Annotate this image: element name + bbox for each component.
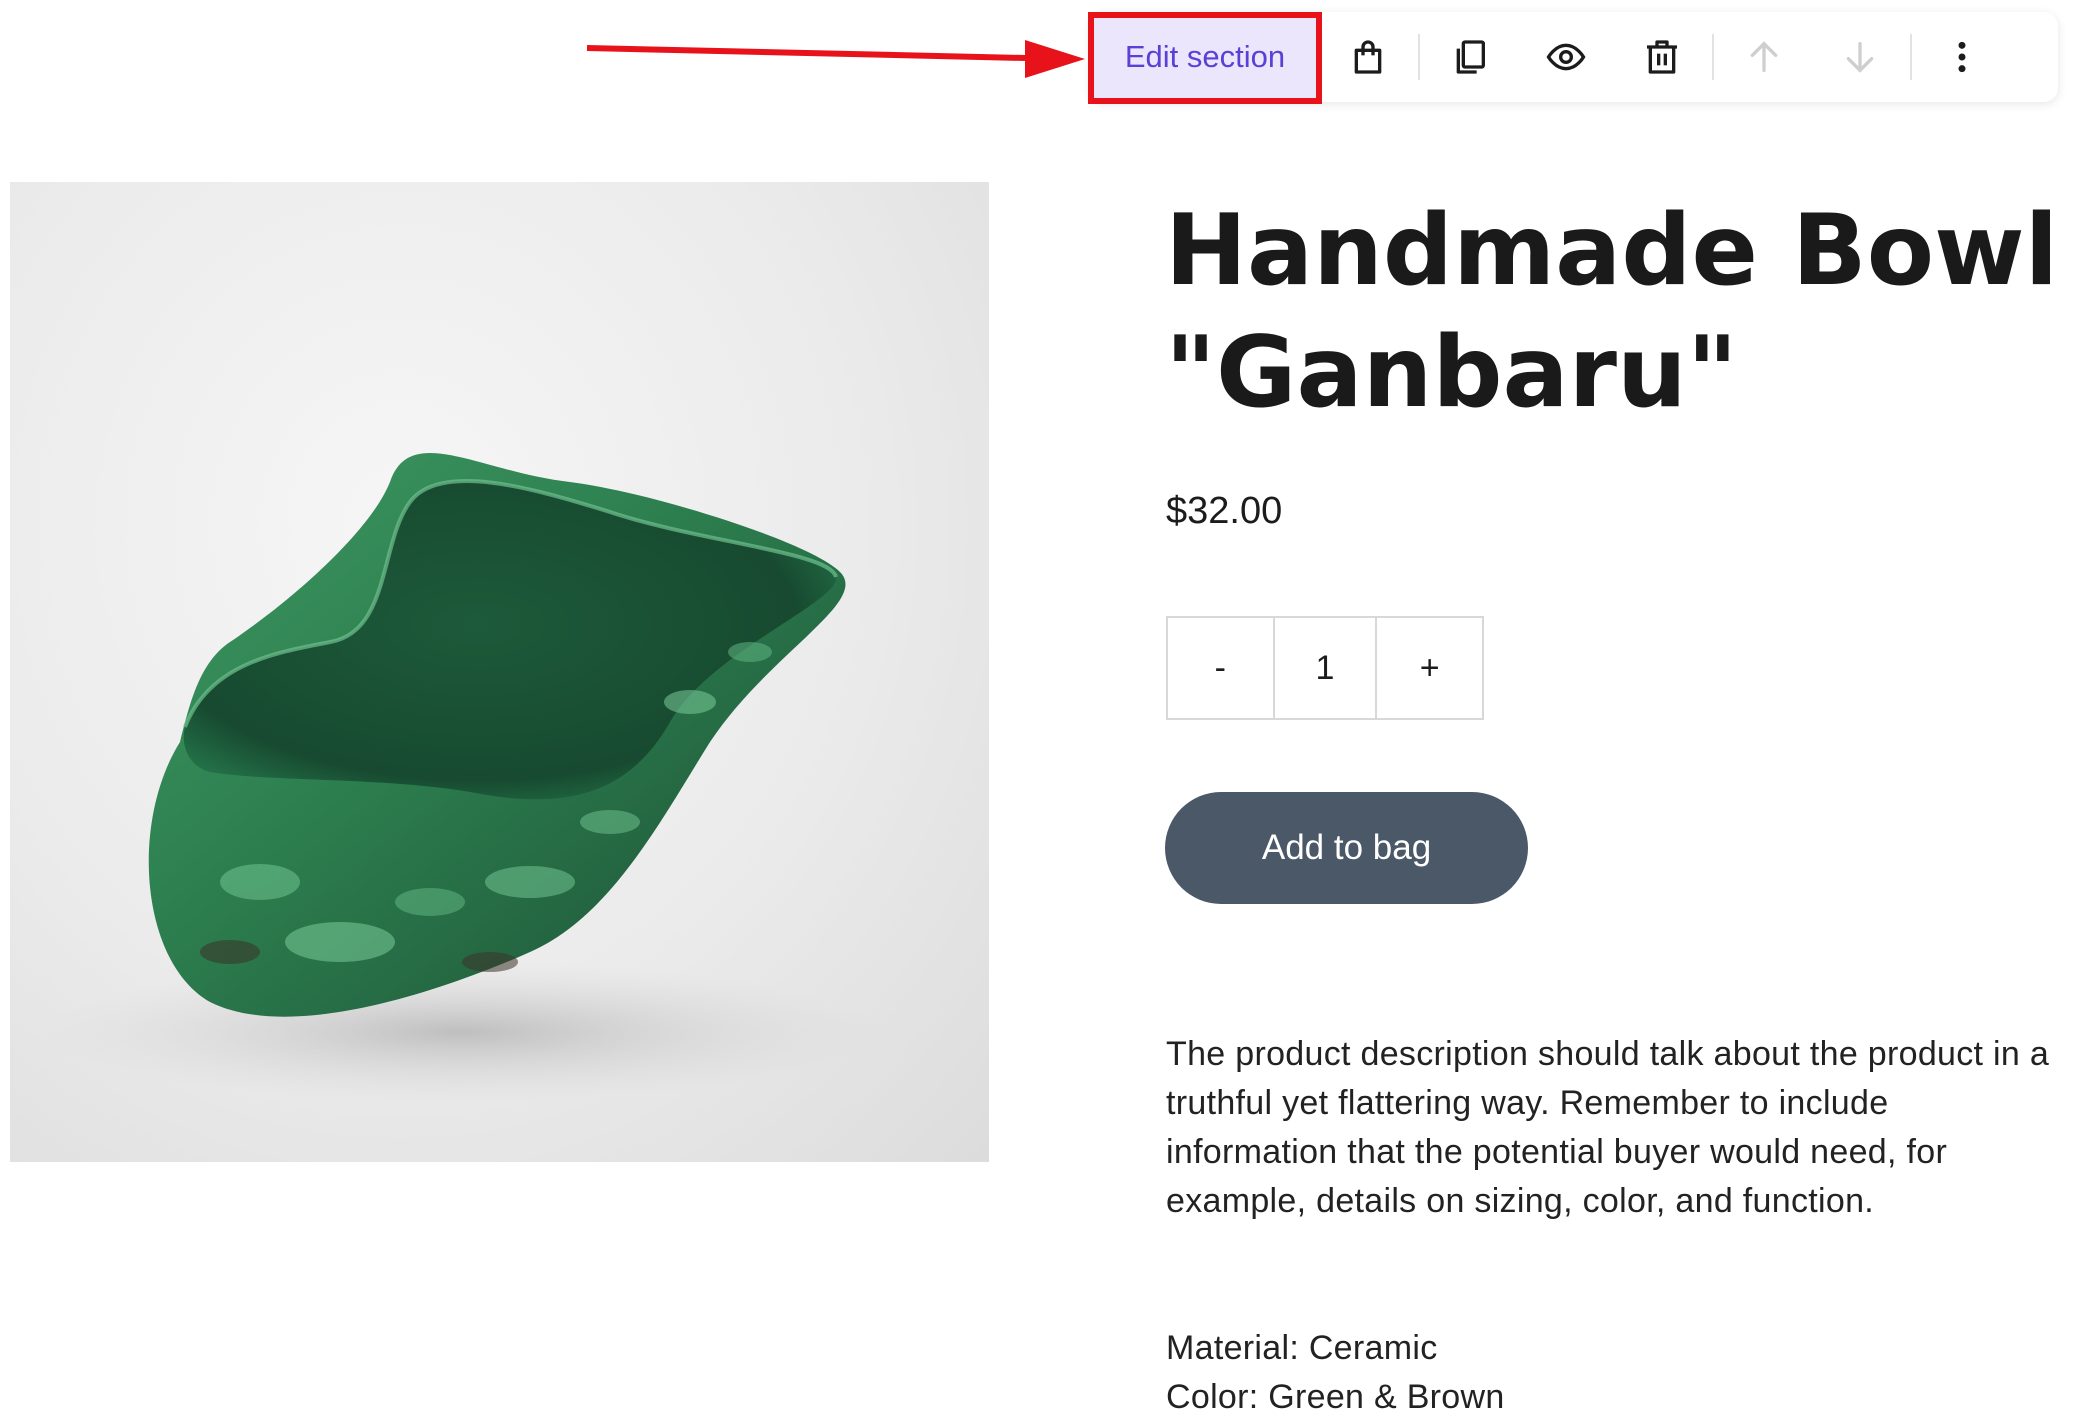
quantity-decrease-button[interactable]: - xyxy=(1168,618,1273,718)
move-down-button[interactable] xyxy=(1812,12,1908,102)
product-title-line-2: "Ganbaru" xyxy=(1165,316,1738,430)
section-toolbar: Edit section xyxy=(1090,12,2058,102)
move-up-button[interactable] xyxy=(1716,12,1812,102)
preview-button[interactable] xyxy=(1518,12,1614,102)
delete-button[interactable] xyxy=(1614,12,1710,102)
toolbar-divider xyxy=(1910,34,1912,80)
add-to-bag-toolbar-button[interactable] xyxy=(1320,12,1416,102)
product-image xyxy=(10,182,989,1162)
product-title: Handmade Bowl "Ganbaru" xyxy=(1165,190,2065,434)
quantity-stepper: - 1 + xyxy=(1166,616,1484,720)
eye-icon xyxy=(1546,43,1586,71)
product-title-line-1: Handmade Bowl xyxy=(1165,194,2059,308)
trash-icon xyxy=(1647,40,1677,74)
duplicate-icon xyxy=(1456,40,1485,74)
bowl-illustration xyxy=(40,452,880,1102)
toolbar-divider xyxy=(1712,34,1714,80)
product-material: Material: Ceramic xyxy=(1166,1329,1438,1367)
arrow-down-icon xyxy=(1846,42,1874,73)
more-vertical-icon xyxy=(1958,41,1966,73)
add-to-bag-button[interactable]: Add to bag xyxy=(1165,792,1528,904)
product-price: $32.00 xyxy=(1166,490,1283,532)
product-color: Color: Green & Brown xyxy=(1166,1378,1505,1416)
product-description: The product description should talk abou… xyxy=(1166,1035,2050,1220)
arrow-up-icon xyxy=(1750,41,1778,73)
quantity-increase-button[interactable]: + xyxy=(1377,618,1482,718)
toolbar-divider xyxy=(1418,34,1420,80)
duplicate-button[interactable] xyxy=(1422,12,1518,102)
edit-section-button[interactable]: Edit section xyxy=(1090,12,1320,102)
annotation-arrow xyxy=(586,40,1085,78)
bag-icon xyxy=(1354,40,1382,74)
more-options-button[interactable] xyxy=(1914,12,2010,102)
quantity-input[interactable]: 1 xyxy=(1272,618,1378,718)
